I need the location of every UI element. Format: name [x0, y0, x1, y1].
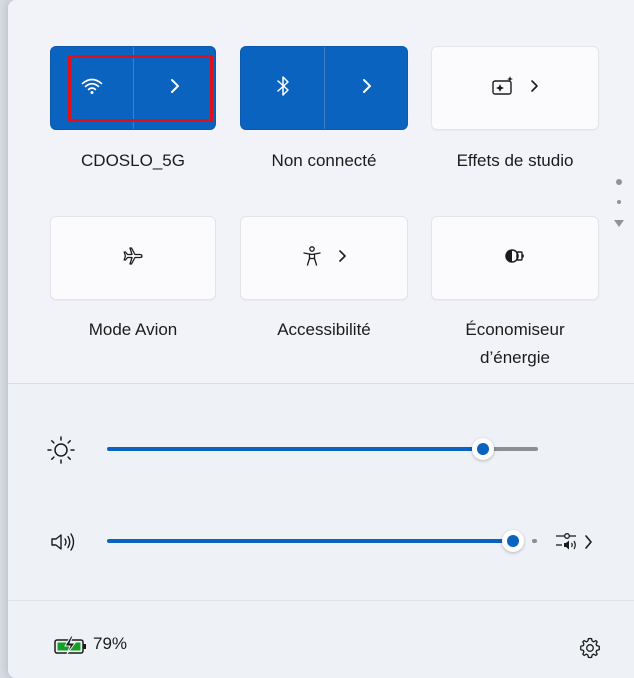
volume-slider-track-end — [532, 539, 537, 543]
bluetooth-icon — [276, 75, 290, 102]
quick-settings-panel: CDOSLO_5G Non connecté Effets de studio … — [8, 0, 634, 678]
airplane-mode-tile[interactable] — [50, 216, 216, 300]
accessibility-tile[interactable] — [240, 216, 408, 300]
accessibility-icon — [301, 245, 323, 272]
chevron-right-icon — [361, 77, 373, 100]
gear-icon[interactable] — [576, 634, 604, 662]
studio-effects-icon — [491, 75, 515, 102]
page-dot[interactable] — [616, 179, 622, 185]
audio-output-icon[interactable] — [552, 527, 598, 557]
battery-percentage[interactable]: 79% — [93, 634, 127, 654]
studio-effects-tile[interactable] — [431, 46, 599, 130]
accessibility-label: Accessibilité — [277, 320, 371, 339]
energy-saver-tile[interactable] — [431, 216, 599, 300]
speaker-icon[interactable] — [46, 527, 80, 557]
volume-slider-track-filled[interactable] — [107, 539, 512, 543]
chevron-right-icon — [337, 248, 347, 269]
wifi-tile[interactable] — [50, 46, 216, 130]
page-dot[interactable] — [617, 200, 621, 204]
wifi-icon — [81, 77, 103, 100]
bluetooth-label: Non connecté — [271, 151, 377, 170]
battery-charging-icon[interactable] — [52, 634, 90, 656]
brightness-slider-thumb[interactable] — [472, 438, 494, 460]
energy-saver-label-line1: Économiseur — [465, 320, 565, 339]
chevron-right-icon — [169, 77, 181, 100]
energy-saver-label-line2: d’énergie — [480, 348, 550, 367]
wifi-toggle-button[interactable] — [51, 47, 133, 129]
wifi-more-button[interactable] — [134, 47, 216, 129]
bluetooth-more-button[interactable] — [325, 47, 408, 129]
volume-slider-thumb[interactable] — [502, 530, 524, 552]
brightness-slider-track-filled[interactable] — [107, 447, 483, 451]
quick-settings-tiles-area: CDOSLO_5G Non connecté Effets de studio … — [8, 0, 634, 384]
wifi-label: CDOSLO_5G — [81, 151, 185, 170]
studio-effects-label: Effets de studio — [456, 151, 574, 170]
sun-icon — [44, 433, 78, 467]
bluetooth-toggle-button[interactable] — [241, 47, 324, 129]
energy-saver-icon — [502, 246, 528, 271]
chevron-right-icon — [529, 78, 539, 99]
tiles-page-indicator — [612, 176, 626, 236]
airplane-mode-label: Mode Avion — [88, 320, 178, 339]
airplane-icon — [122, 245, 144, 272]
bluetooth-tile[interactable] — [240, 46, 408, 130]
scroll-down-arrow-icon[interactable] — [612, 216, 626, 234]
